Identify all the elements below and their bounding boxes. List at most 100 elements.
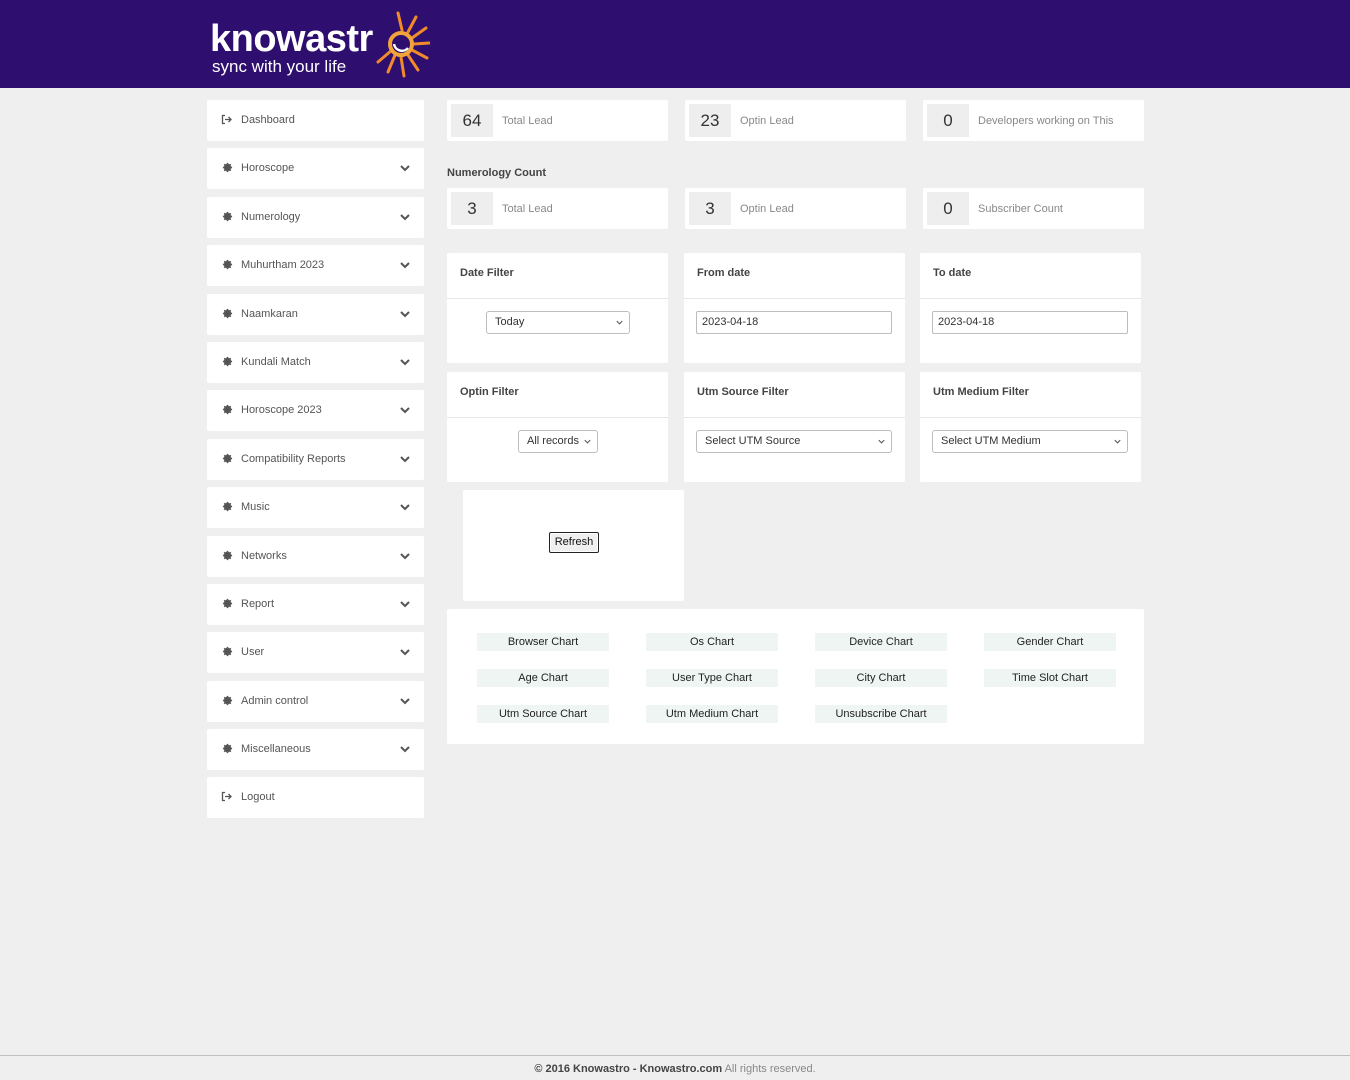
sidebar-item-logout[interactable]: Logout bbox=[207, 777, 424, 819]
optin-filter-select[interactable]: All records bbox=[518, 430, 598, 453]
chevron-down-icon bbox=[878, 439, 885, 444]
sidebar-item-label: Music bbox=[241, 501, 270, 514]
sidebar-item-horoscope[interactable]: Horoscope bbox=[207, 148, 424, 190]
sidebar-item-label: Miscellaneous bbox=[241, 743, 311, 756]
sidebar-item-compatibility-reports[interactable]: Compatibility Reports bbox=[207, 438, 424, 480]
chevron-down-icon[interactable] bbox=[398, 645, 412, 659]
chevron-down-icon bbox=[584, 439, 591, 444]
from-date-input[interactable]: 2023-04-18 bbox=[696, 311, 892, 334]
sidebar-item-naamkaran[interactable]: Naamkaran bbox=[207, 293, 424, 335]
optin-lead-value: 23 bbox=[689, 104, 731, 137]
chevron-down-icon[interactable] bbox=[398, 210, 412, 224]
chevron-down-icon bbox=[616, 320, 623, 325]
sidebar-item-label: Kundali Match bbox=[241, 355, 311, 368]
subscriber-count-label: Subscriber Count bbox=[978, 203, 1063, 215]
user-type-chart-button[interactable]: User Type Chart bbox=[646, 669, 778, 687]
charts-panel: Browser Chart Os Chart Device Chart Gender … bbox=[447, 609, 1144, 744]
sidebar-item-label: Report bbox=[241, 597, 275, 610]
footer-rights: All rights reserved. bbox=[724, 1063, 816, 1075]
chevron-down-icon[interactable] bbox=[398, 258, 412, 272]
sun-icon bbox=[376, 11, 430, 78]
sidebar-item-label: Horoscope bbox=[241, 162, 295, 175]
utm-medium-select[interactable]: Select UTM Medium bbox=[932, 430, 1128, 453]
gear-icon bbox=[221, 500, 233, 514]
card-header: To date bbox=[920, 253, 1141, 299]
developers-label: Developers working on This bbox=[978, 115, 1114, 127]
gear-icon bbox=[221, 258, 233, 272]
gear-icon bbox=[221, 597, 233, 611]
city-chart-button[interactable]: City Chart bbox=[815, 669, 947, 687]
sidebar-item-dashboard[interactable]: Dashboard bbox=[207, 100, 424, 141]
sign-in-icon bbox=[221, 113, 233, 127]
total-lead-label: Total Lead bbox=[502, 115, 553, 127]
optin-filter-value: All records bbox=[527, 435, 579, 447]
developers-card: 0 Developers working on This bbox=[923, 100, 1144, 141]
logo-wordmark: knowastr bbox=[210, 18, 373, 60]
browser-chart-button[interactable]: Browser Chart bbox=[477, 633, 609, 651]
numerology-count-title: Numerology Count bbox=[447, 167, 546, 179]
chevron-down-icon[interactable] bbox=[398, 307, 412, 321]
sidebar-item-label: Compatibility Reports bbox=[241, 452, 346, 465]
numerology-optin-lead-card: 3 Optin Lead bbox=[685, 188, 906, 229]
gear-icon bbox=[221, 549, 233, 563]
to-date-title: To date bbox=[933, 267, 972, 279]
sidebar-item-networks[interactable]: Networks bbox=[207, 535, 424, 577]
total-lead-value: 64 bbox=[451, 104, 493, 137]
gear-icon bbox=[221, 645, 233, 659]
knowastro-logo[interactable]: knowastr sync with your life bbox=[210, 10, 440, 80]
site-footer: © 2016 Knowastro - Knowastro.com All rig… bbox=[0, 1062, 1350, 1076]
chevron-down-icon[interactable] bbox=[398, 742, 412, 756]
card-header: Utm Medium Filter bbox=[920, 372, 1141, 418]
utm-source-chart-button[interactable]: Utm Source Chart bbox=[477, 705, 609, 723]
chevron-down-icon[interactable] bbox=[398, 549, 412, 563]
utm-source-select[interactable]: Select UTM Source bbox=[696, 430, 892, 453]
card-header: Date Filter bbox=[447, 253, 668, 299]
utm-source-filter-card: Utm Source Filter Select UTM Source bbox=[684, 372, 905, 482]
sidebar-item-music[interactable]: Music bbox=[207, 487, 424, 529]
optin-lead-label: Optin Lead bbox=[740, 115, 794, 127]
unsubscribe-chart-button[interactable]: Unsubscribe Chart bbox=[815, 705, 947, 723]
developers-value: 0 bbox=[927, 104, 969, 137]
sidebar-item-report[interactable]: Report bbox=[207, 583, 424, 625]
sidebar-item-numerology[interactable]: Numerology bbox=[207, 196, 424, 238]
chevron-down-icon[interactable] bbox=[398, 161, 412, 175]
sidebar-item-kundali-match[interactable]: Kundali Match bbox=[207, 341, 424, 383]
device-chart-button[interactable]: Device Chart bbox=[815, 633, 947, 651]
subscriber-count-value: 0 bbox=[927, 192, 969, 225]
to-date-input[interactable]: 2023-04-18 bbox=[932, 311, 1128, 334]
utm-medium-filter-card: Utm Medium Filter Select UTM Medium bbox=[920, 372, 1141, 482]
chevron-down-icon[interactable] bbox=[398, 355, 412, 369]
sidebar-item-user[interactable]: User bbox=[207, 632, 424, 674]
site-header: knowastr sync with your life bbox=[0, 0, 1350, 88]
chevron-down-icon[interactable] bbox=[398, 694, 412, 708]
date-filter-title: Date Filter bbox=[460, 267, 514, 279]
refresh-button[interactable]: Refresh bbox=[549, 532, 599, 553]
refresh-card: Refresh bbox=[463, 490, 684, 601]
utm-medium-filter-title: Utm Medium Filter bbox=[933, 386, 1029, 398]
chevron-down-icon[interactable] bbox=[398, 500, 412, 514]
sidebar-item-label: Naamkaran bbox=[241, 307, 298, 320]
utm-source-value: Select UTM Source bbox=[705, 435, 801, 447]
from-date-title: From date bbox=[697, 267, 751, 279]
gear-icon bbox=[221, 210, 233, 224]
gear-icon bbox=[221, 307, 233, 321]
sidebar-item-label: Admin control bbox=[241, 694, 309, 707]
chevron-down-icon[interactable] bbox=[398, 597, 412, 611]
time-slot-chart-button[interactable]: Time Slot Chart bbox=[984, 669, 1116, 687]
age-chart-button[interactable]: Age Chart bbox=[477, 669, 609, 687]
sidebar-nav: Dashboard Horoscope Numerology Muhurtham 20… bbox=[207, 100, 424, 826]
os-chart-button[interactable]: Os Chart bbox=[646, 633, 778, 651]
gender-chart-button[interactable]: Gender Chart bbox=[984, 633, 1116, 651]
footer-copyright: © 2016 Knowastro - Knowastro.com bbox=[534, 1063, 723, 1075]
chevron-down-icon[interactable] bbox=[398, 452, 412, 466]
sidebar-item-miscellaneous[interactable]: Miscellaneous bbox=[207, 729, 424, 771]
sidebar-item-admin-control[interactable]: Admin control bbox=[207, 680, 424, 722]
chevron-down-icon[interactable] bbox=[398, 403, 412, 417]
sidebar-item-horoscope-2023[interactable]: Horoscope 2023 bbox=[207, 390, 424, 432]
utm-medium-chart-button[interactable]: Utm Medium Chart bbox=[646, 705, 778, 723]
numerology-total-lead-card: 3 Total Lead bbox=[447, 188, 668, 229]
numerology-optin-lead-value: 3 bbox=[689, 192, 731, 225]
optin-filter-card: Optin Filter All records bbox=[447, 372, 668, 482]
sidebar-item-muhurtham-2023[interactable]: Muhurtham 2023 bbox=[207, 245, 424, 287]
date-filter-select[interactable]: Today bbox=[486, 311, 630, 334]
